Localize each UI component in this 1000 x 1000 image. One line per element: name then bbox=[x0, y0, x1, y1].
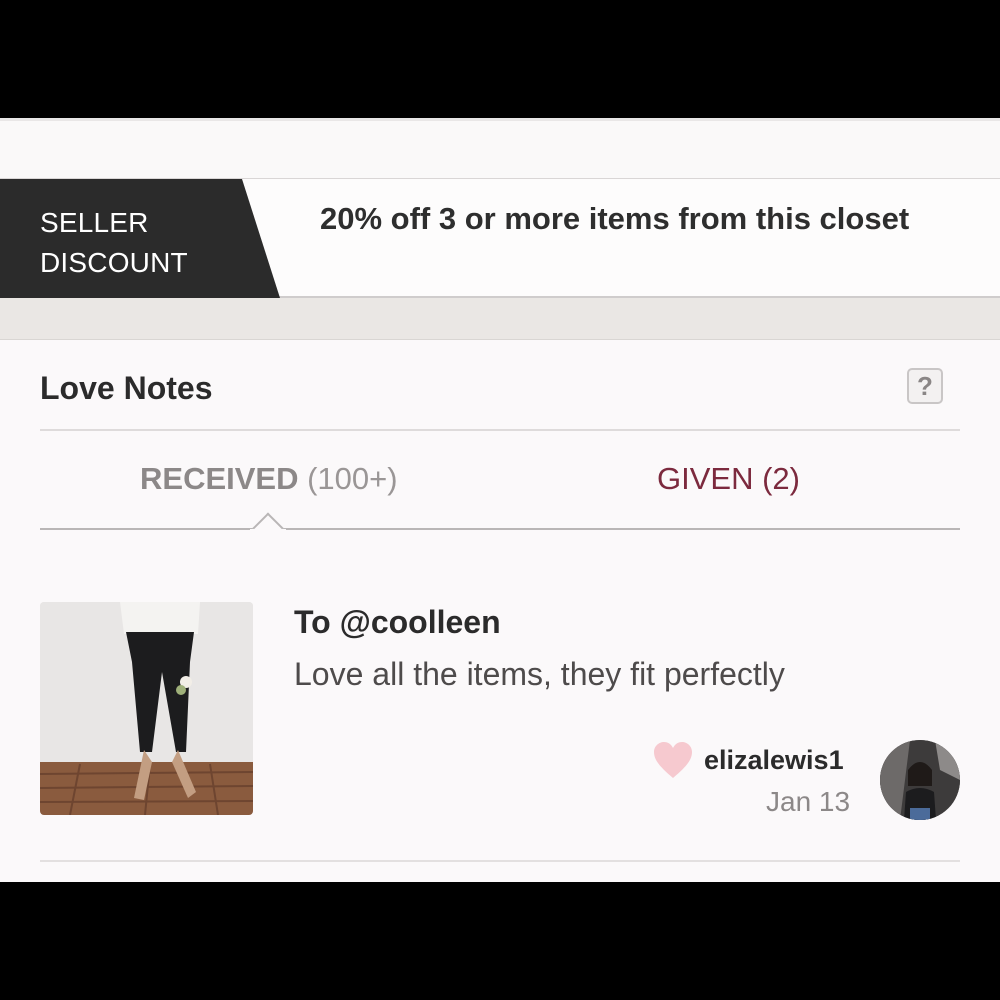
love-notes-title: Love Notes bbox=[40, 370, 213, 406]
top-strip bbox=[0, 118, 1000, 178]
tab-given[interactable]: GIVEN (2) bbox=[657, 457, 800, 501]
tab-given-label: GIVEN (2) bbox=[657, 461, 800, 496]
seller-discount-tag-line2: DISCOUNT bbox=[40, 247, 188, 278]
avatar[interactable] bbox=[880, 740, 960, 820]
question-mark-icon: ? bbox=[917, 371, 933, 401]
seller-discount-banner: SELLER DISCOUNT 20% off 3 or more items … bbox=[0, 178, 1000, 298]
love-note-item[interactable]: To @coolleen Love all the items, they fi… bbox=[40, 582, 960, 820]
tab-received-label: RECEIVED bbox=[140, 461, 299, 496]
help-button[interactable]: ? bbox=[907, 368, 943, 404]
seller-discount-tag-label: SELLER DISCOUNT bbox=[40, 203, 230, 283]
app-screen: SELLER DISCOUNT 20% off 3 or more items … bbox=[0, 118, 1000, 882]
note-date: Jan 13 bbox=[766, 786, 851, 817]
note-recipient: To @coolleen bbox=[294, 604, 501, 640]
listing-thumbnail[interactable] bbox=[40, 602, 253, 815]
note-divider bbox=[40, 860, 960, 862]
note-username[interactable]: elizalewis1 bbox=[704, 745, 844, 776]
note-message: Love all the items, they fit perfectly bbox=[294, 656, 785, 692]
seller-discount-text: 20% off 3 or more items from this closet bbox=[320, 201, 910, 236]
love-notes-section: Love Notes ? RECEIVED (100+) GIVEN (2) T… bbox=[0, 340, 1000, 882]
section-separator bbox=[0, 298, 1000, 340]
seller-discount-tag-line1: SELLER bbox=[40, 207, 149, 238]
tab-received[interactable]: RECEIVED (100+) bbox=[140, 457, 398, 501]
caret-mask bbox=[250, 529, 286, 543]
love-notes-tabs: RECEIVED (100+) GIVEN (2) bbox=[40, 431, 960, 529]
heart-icon bbox=[654, 742, 692, 778]
device-frame: SELLER DISCOUNT 20% off 3 or more items … bbox=[0, 0, 1000, 1000]
tab-received-count: (100+) bbox=[307, 461, 398, 496]
tabs-baseline bbox=[40, 528, 960, 530]
